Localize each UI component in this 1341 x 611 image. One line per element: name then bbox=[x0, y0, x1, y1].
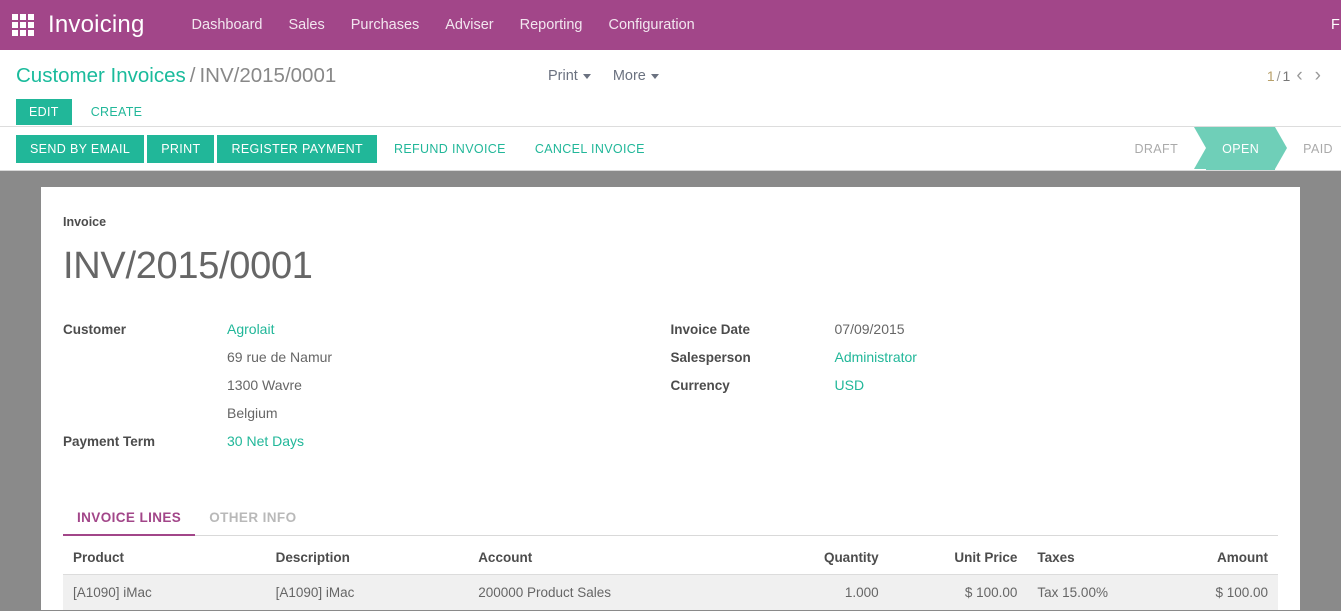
breadcrumb-parent[interactable]: Customer Invoices bbox=[16, 64, 186, 87]
field-customer-address-street: 69 rue de Namur bbox=[63, 349, 671, 377]
cell-unit-price: $ 100.00 bbox=[889, 575, 1028, 611]
menu-item-dashboard[interactable]: Dashboard bbox=[179, 0, 276, 50]
print-dropdown[interactable]: Print bbox=[548, 68, 591, 84]
chevron-down-icon bbox=[651, 74, 659, 79]
top-navbar: Invoicing Dashboard Sales Purchases Advi… bbox=[0, 0, 1341, 50]
column-header-taxes[interactable]: Taxes bbox=[1027, 544, 1205, 575]
control-panel-top: Customer Invoices/INV/2015/0001 EDIT CRE… bbox=[0, 50, 1341, 126]
tab-other-info[interactable]: OTHER INFO bbox=[195, 504, 310, 536]
menu-item-reporting[interactable]: Reporting bbox=[507, 0, 596, 50]
field-address-street-value: 69 rue de Namur bbox=[227, 349, 332, 365]
send-by-email-button[interactable]: SEND BY EMAIL bbox=[16, 135, 144, 163]
page-title: INV/2015/0001 bbox=[63, 243, 1278, 289]
statusbar: SEND BY EMAIL PRINT REGISTER PAYMENT REF… bbox=[0, 127, 1341, 171]
table-row[interactable]: [A1090] iMac [A1090] iMac 200000 Product… bbox=[63, 575, 1278, 611]
chevron-right-icon[interactable]: › bbox=[1309, 68, 1327, 84]
cell-product: [A1090] iMac bbox=[63, 575, 266, 611]
field-invoice-date-value: 07/09/2015 bbox=[835, 321, 905, 337]
cell-amount: $ 100.00 bbox=[1205, 575, 1278, 611]
field-invoice-date-label: Invoice Date bbox=[671, 322, 835, 337]
field-salesperson-value[interactable]: Administrator bbox=[835, 349, 917, 365]
form-column-left: Customer Agrolait 69 rue de Namur 1300 W… bbox=[63, 321, 671, 461]
pager: 1 / 1 ‹ › bbox=[1267, 68, 1327, 84]
field-currency-label: Currency bbox=[671, 378, 835, 393]
invoice-sheet: Invoice INV/2015/0001 Customer Agrolait … bbox=[41, 187, 1300, 610]
notebook: INVOICE LINES OTHER INFO Product Descrip… bbox=[63, 503, 1278, 610]
chevron-down-icon bbox=[583, 74, 591, 79]
breadcrumb-separator: / bbox=[186, 64, 200, 87]
field-customer-address-country: Belgium bbox=[63, 405, 671, 433]
field-payment-term: Payment Term 30 Net Days bbox=[63, 433, 671, 461]
main-menu: Dashboard Sales Purchases Adviser Report… bbox=[179, 0, 708, 50]
field-address-city-value: 1300 Wavre bbox=[227, 377, 302, 393]
cell-quantity: 1.000 bbox=[750, 575, 889, 611]
table-header-row: Product Description Account Quantity Uni… bbox=[63, 544, 1278, 575]
menu-item-configuration[interactable]: Configuration bbox=[596, 0, 708, 50]
field-customer-address-city: 1300 Wavre bbox=[63, 377, 671, 405]
pager-current[interactable]: 1 bbox=[1267, 68, 1275, 84]
cell-taxes: Tax 15.00% bbox=[1027, 575, 1205, 611]
control-panel-dropdowns: Print More bbox=[548, 68, 681, 84]
apps-grid-icon[interactable] bbox=[12, 14, 34, 36]
column-header-description[interactable]: Description bbox=[266, 544, 469, 575]
cell-account: 200000 Product Sales bbox=[468, 575, 750, 611]
column-header-unit-price[interactable]: Unit Price bbox=[889, 544, 1028, 575]
chevron-left-icon[interactable]: ‹ bbox=[1290, 68, 1308, 84]
edit-button[interactable]: EDIT bbox=[16, 99, 72, 125]
cell-description: [A1090] iMac bbox=[266, 575, 469, 611]
field-customer-value[interactable]: Agrolait bbox=[227, 321, 274, 337]
field-currency-value[interactable]: USD bbox=[835, 377, 865, 393]
column-header-amount[interactable]: Amount bbox=[1205, 544, 1278, 575]
field-customer-label: Customer bbox=[63, 322, 227, 337]
print-button[interactable]: PRINT bbox=[147, 135, 214, 163]
navbar-user-menu[interactable]: F bbox=[1331, 0, 1341, 50]
record-action-buttons: EDIT CREATE bbox=[16, 99, 336, 125]
menu-item-adviser[interactable]: Adviser bbox=[432, 0, 506, 50]
statusbar-buttons: SEND BY EMAIL PRINT REGISTER PAYMENT REF… bbox=[0, 135, 660, 163]
control-panel: Customer Invoices/INV/2015/0001 EDIT CRE… bbox=[0, 50, 1341, 127]
field-salesperson-label: Salesperson bbox=[671, 350, 835, 365]
column-header-account[interactable]: Account bbox=[468, 544, 750, 575]
breadcrumb-current: INV/2015/0001 bbox=[199, 64, 336, 87]
sheet-sublabel: Invoice bbox=[63, 215, 1278, 229]
notebook-tabs: INVOICE LINES OTHER INFO bbox=[63, 503, 1278, 536]
column-header-quantity[interactable]: Quantity bbox=[750, 544, 889, 575]
invoice-lines-table: Product Description Account Quantity Uni… bbox=[63, 544, 1278, 610]
cancel-invoice-button[interactable]: CANCEL INVOICE bbox=[521, 135, 659, 163]
app-brand-title[interactable]: Invoicing bbox=[48, 11, 145, 39]
breadcrumb-area: Customer Invoices/INV/2015/0001 EDIT CRE… bbox=[16, 64, 336, 125]
status-stages: DRAFT OPEN PAID bbox=[1118, 127, 1341, 170]
refund-invoice-button[interactable]: REFUND INVOICE bbox=[380, 135, 520, 163]
field-invoice-date: Invoice Date 07/09/2015 bbox=[671, 321, 1279, 349]
invoice-form: Customer Agrolait 69 rue de Namur 1300 W… bbox=[63, 321, 1278, 461]
field-payment-term-label: Payment Term bbox=[63, 434, 227, 449]
table-header: Product Description Account Quantity Uni… bbox=[63, 544, 1278, 575]
menu-item-sales[interactable]: Sales bbox=[275, 0, 337, 50]
pager-total: 1 bbox=[1283, 68, 1291, 84]
field-address-country-value: Belgium bbox=[227, 405, 278, 421]
field-payment-term-value[interactable]: 30 Net Days bbox=[227, 433, 304, 449]
sheet-background: Invoice INV/2015/0001 Customer Agrolait … bbox=[0, 171, 1341, 593]
field-salesperson: Salesperson Administrator bbox=[671, 349, 1279, 377]
breadcrumb: Customer Invoices/INV/2015/0001 bbox=[16, 64, 336, 88]
status-stage-draft[interactable]: DRAFT bbox=[1118, 127, 1194, 170]
form-column-right: Invoice Date 07/09/2015 Salesperson Admi… bbox=[671, 321, 1279, 461]
status-stage-paid[interactable]: PAID bbox=[1287, 127, 1341, 170]
print-dropdown-label: Print bbox=[548, 68, 578, 84]
pager-separator: / bbox=[1275, 68, 1283, 84]
register-payment-button[interactable]: REGISTER PAYMENT bbox=[217, 135, 377, 163]
table-body: [A1090] iMac [A1090] iMac 200000 Product… bbox=[63, 575, 1278, 611]
more-dropdown[interactable]: More bbox=[613, 68, 659, 84]
status-stage-open[interactable]: OPEN bbox=[1206, 127, 1275, 170]
tab-invoice-lines[interactable]: INVOICE LINES bbox=[63, 504, 195, 536]
column-header-product[interactable]: Product bbox=[63, 544, 266, 575]
field-currency: Currency USD bbox=[671, 377, 1279, 405]
create-button[interactable]: CREATE bbox=[78, 99, 156, 125]
more-dropdown-label: More bbox=[613, 68, 646, 84]
field-customer: Customer Agrolait bbox=[63, 321, 671, 349]
menu-item-purchases[interactable]: Purchases bbox=[338, 0, 433, 50]
